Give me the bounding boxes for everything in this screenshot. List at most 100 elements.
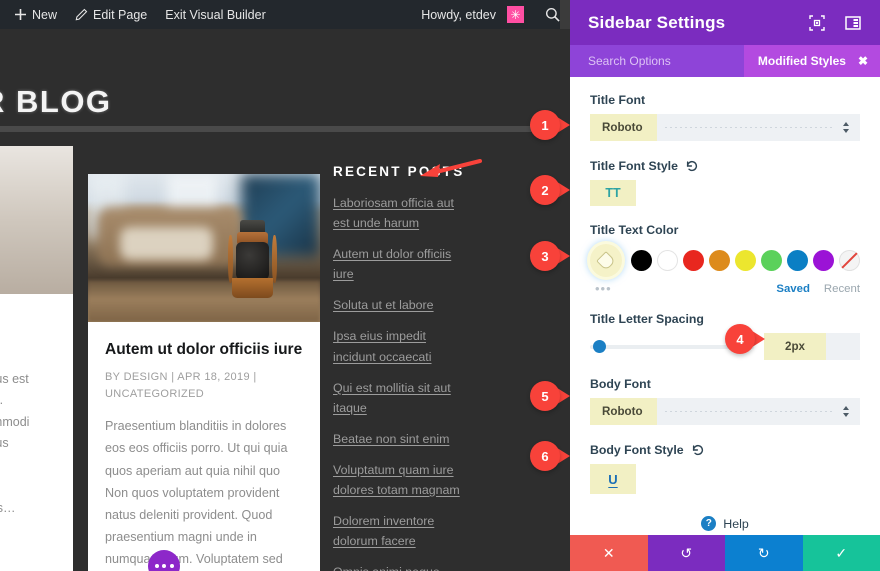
redo-button[interactable]: ↻: [725, 535, 803, 571]
sidebar-settings-panel: Sidebar Settings Search Options Modified…: [570, 0, 880, 571]
help-label: Help: [723, 516, 749, 531]
admin-bar-right-group: Howdy, etdev ✳: [412, 0, 570, 29]
swatch-transparent[interactable]: [839, 250, 860, 271]
admin-bar-scrollbar-cap[interactable]: [560, 0, 570, 29]
panel-search-bar[interactable]: Search Options Modified Styles ✖: [570, 45, 880, 77]
panel-body: Title Font Roboto Title Font Style TT Ti…: [570, 77, 880, 535]
save-button[interactable]: ✓: [802, 535, 880, 571]
swatch-9b13d6[interactable]: [813, 250, 834, 271]
color-row-secondary: ••• Saved Recent: [590, 282, 860, 295]
post-excerpt-left: li llendus est a eos. t Commodi electus …: [0, 371, 30, 515]
recent-post-link[interactable]: Autem ut dolor officiis iure: [333, 244, 465, 284]
more-dots-icon: [154, 564, 159, 568]
reset-icon[interactable]: [685, 158, 700, 173]
focus-target-icon[interactable]: [808, 14, 826, 32]
eyedropper-icon[interactable]: [590, 244, 622, 277]
howdy-label: Howdy, etdev: [421, 7, 496, 22]
select-fill: [664, 127, 834, 128]
reset-icon[interactable]: [691, 442, 706, 457]
field-body-font: Body Font Roboto: [590, 377, 860, 425]
swatch-000000[interactable]: [631, 250, 652, 271]
title-font-select[interactable]: Roboto: [590, 114, 860, 141]
blog-post-card-left[interactable]: est li llendus est a eos. t Commodi elec…: [0, 146, 73, 571]
recent-post-link[interactable]: Ipsa eius impedit incidunt occaecati: [333, 326, 465, 366]
modified-styles-chip[interactable]: Modified Styles ✖: [743, 45, 880, 77]
panel-footer: ✕ ↺ ↻ ✓: [570, 535, 880, 571]
saved-colors-tab[interactable]: Saved: [776, 283, 810, 295]
swatch-5bd15b[interactable]: [761, 250, 782, 271]
field-title-text-color: Title Text Color ••• Saved Recent: [590, 223, 860, 295]
color-swatch-row: [590, 244, 860, 277]
search-options-placeholder: Search Options: [588, 54, 671, 68]
blog-post-card[interactable]: Autem ut dolor officiis iure BY DESIGN |…: [88, 174, 320, 571]
panel-title: Sidebar Settings: [588, 12, 726, 32]
close-button[interactable]: ✕: [570, 535, 648, 571]
search-icon: [545, 7, 560, 22]
field-title-font: Title Font Roboto: [590, 93, 860, 141]
callout-6: 6: [530, 441, 572, 471]
recent-post-link[interactable]: Omnis animi neque quibusdam: [333, 562, 465, 571]
panel-header-tools: [808, 14, 862, 32]
swatch-ece62e[interactable]: [735, 250, 756, 271]
title-font-style-label: Title Font Style: [590, 158, 678, 173]
recent-post-link[interactable]: Dolorem inventore dolorum facere: [333, 511, 465, 551]
title-font-value: Roboto: [590, 114, 657, 141]
wp-admin-bar: New Edit Page Exit Visual Builder Howdy,…: [0, 0, 570, 29]
admin-bar-exit-visual-builder[interactable]: Exit Visual Builder: [156, 0, 275, 29]
title-font-style-tt-toggle[interactable]: TT: [590, 180, 636, 206]
undo-button[interactable]: ↺: [647, 535, 725, 571]
recent-post-link[interactable]: Soluta ut et labore: [333, 295, 465, 315]
field-title-font-style: Title Font Style TT: [590, 158, 860, 206]
recent-post-link[interactable]: Laboriosam officia aut est unde harum: [333, 193, 465, 233]
recent-post-link[interactable]: Voluptatum quam iure dolores totam magna…: [333, 460, 465, 500]
recent-posts-list: Laboriosam officia aut est unde harum Aut…: [333, 193, 465, 571]
letter-spacing-value: 2px: [764, 333, 826, 360]
body-font-select[interactable]: Roboto: [590, 398, 860, 425]
panel-header: Sidebar Settings: [570, 0, 880, 45]
swatch-e8271f[interactable]: [683, 250, 704, 271]
question-mark-icon: ?: [701, 516, 717, 531]
recent-post-link[interactable]: Beatae non sint enim: [333, 429, 465, 449]
admin-bar-left-group: New Edit Page Exit Visual Builder: [5, 0, 275, 29]
body-font-style-underline-toggle[interactable]: U: [590, 464, 636, 494]
photo-clouds: [0, 146, 73, 294]
post-meta: BY DESIGN | APR 18, 2019 | UNCATEGORIZED: [105, 371, 257, 401]
callout-5: 5: [530, 381, 572, 411]
more-dots-icon[interactable]: •••: [595, 282, 612, 295]
letter-spacing-input[interactable]: 2px: [764, 333, 860, 360]
avatar: ✳: [507, 6, 524, 23]
swatch-ffffff[interactable]: [657, 250, 678, 271]
pencil-icon: [75, 8, 88, 21]
close-icon[interactable]: ✖: [858, 54, 868, 68]
admin-bar-account[interactable]: Howdy, etdev ✳: [412, 0, 533, 29]
callout-3: 3: [530, 241, 572, 271]
recent-post-link[interactable]: Qui est mollitia sit aut itaque: [333, 378, 465, 418]
help-link[interactable]: ? Help: [590, 516, 860, 531]
plus-icon: [14, 8, 27, 21]
body-font-style-label: Body Font Style: [590, 442, 684, 457]
lantern-photo: [88, 174, 320, 322]
post-title-left: est: [0, 314, 59, 331]
modified-styles-label: Modified Styles: [757, 54, 846, 68]
admin-bar-exit-label: Exit Visual Builder: [165, 7, 266, 22]
admin-bar-new[interactable]: New: [5, 0, 66, 29]
field-body-font-style: Body Font Style U: [590, 442, 860, 494]
layout-panel-icon[interactable]: [844, 14, 862, 32]
post-thumbnail: [88, 174, 320, 322]
page-title: R BLOG: [0, 84, 112, 119]
body-font-label: Body Font: [590, 377, 651, 391]
recent-colors-tab[interactable]: Recent: [824, 283, 860, 295]
title-font-label: Title Font: [590, 93, 646, 107]
screenshot-root: New Edit Page Exit Visual Builder Howdy,…: [0, 0, 880, 571]
callout-4: 4: [725, 324, 767, 354]
admin-bar-edit-page[interactable]: Edit Page: [66, 0, 156, 29]
post-title[interactable]: Autem ut dolor officiis iure: [105, 340, 303, 360]
slider-knob[interactable]: [593, 340, 607, 353]
body-font-value: Roboto: [590, 398, 657, 425]
section-divider: [0, 126, 553, 132]
callout-2: 2: [530, 175, 572, 205]
select-fill: [664, 411, 834, 412]
swatch-0b7fc4[interactable]: [787, 250, 808, 271]
chevron-updown-icon: [842, 121, 860, 134]
swatch-dd8b1c[interactable]: [709, 250, 730, 271]
